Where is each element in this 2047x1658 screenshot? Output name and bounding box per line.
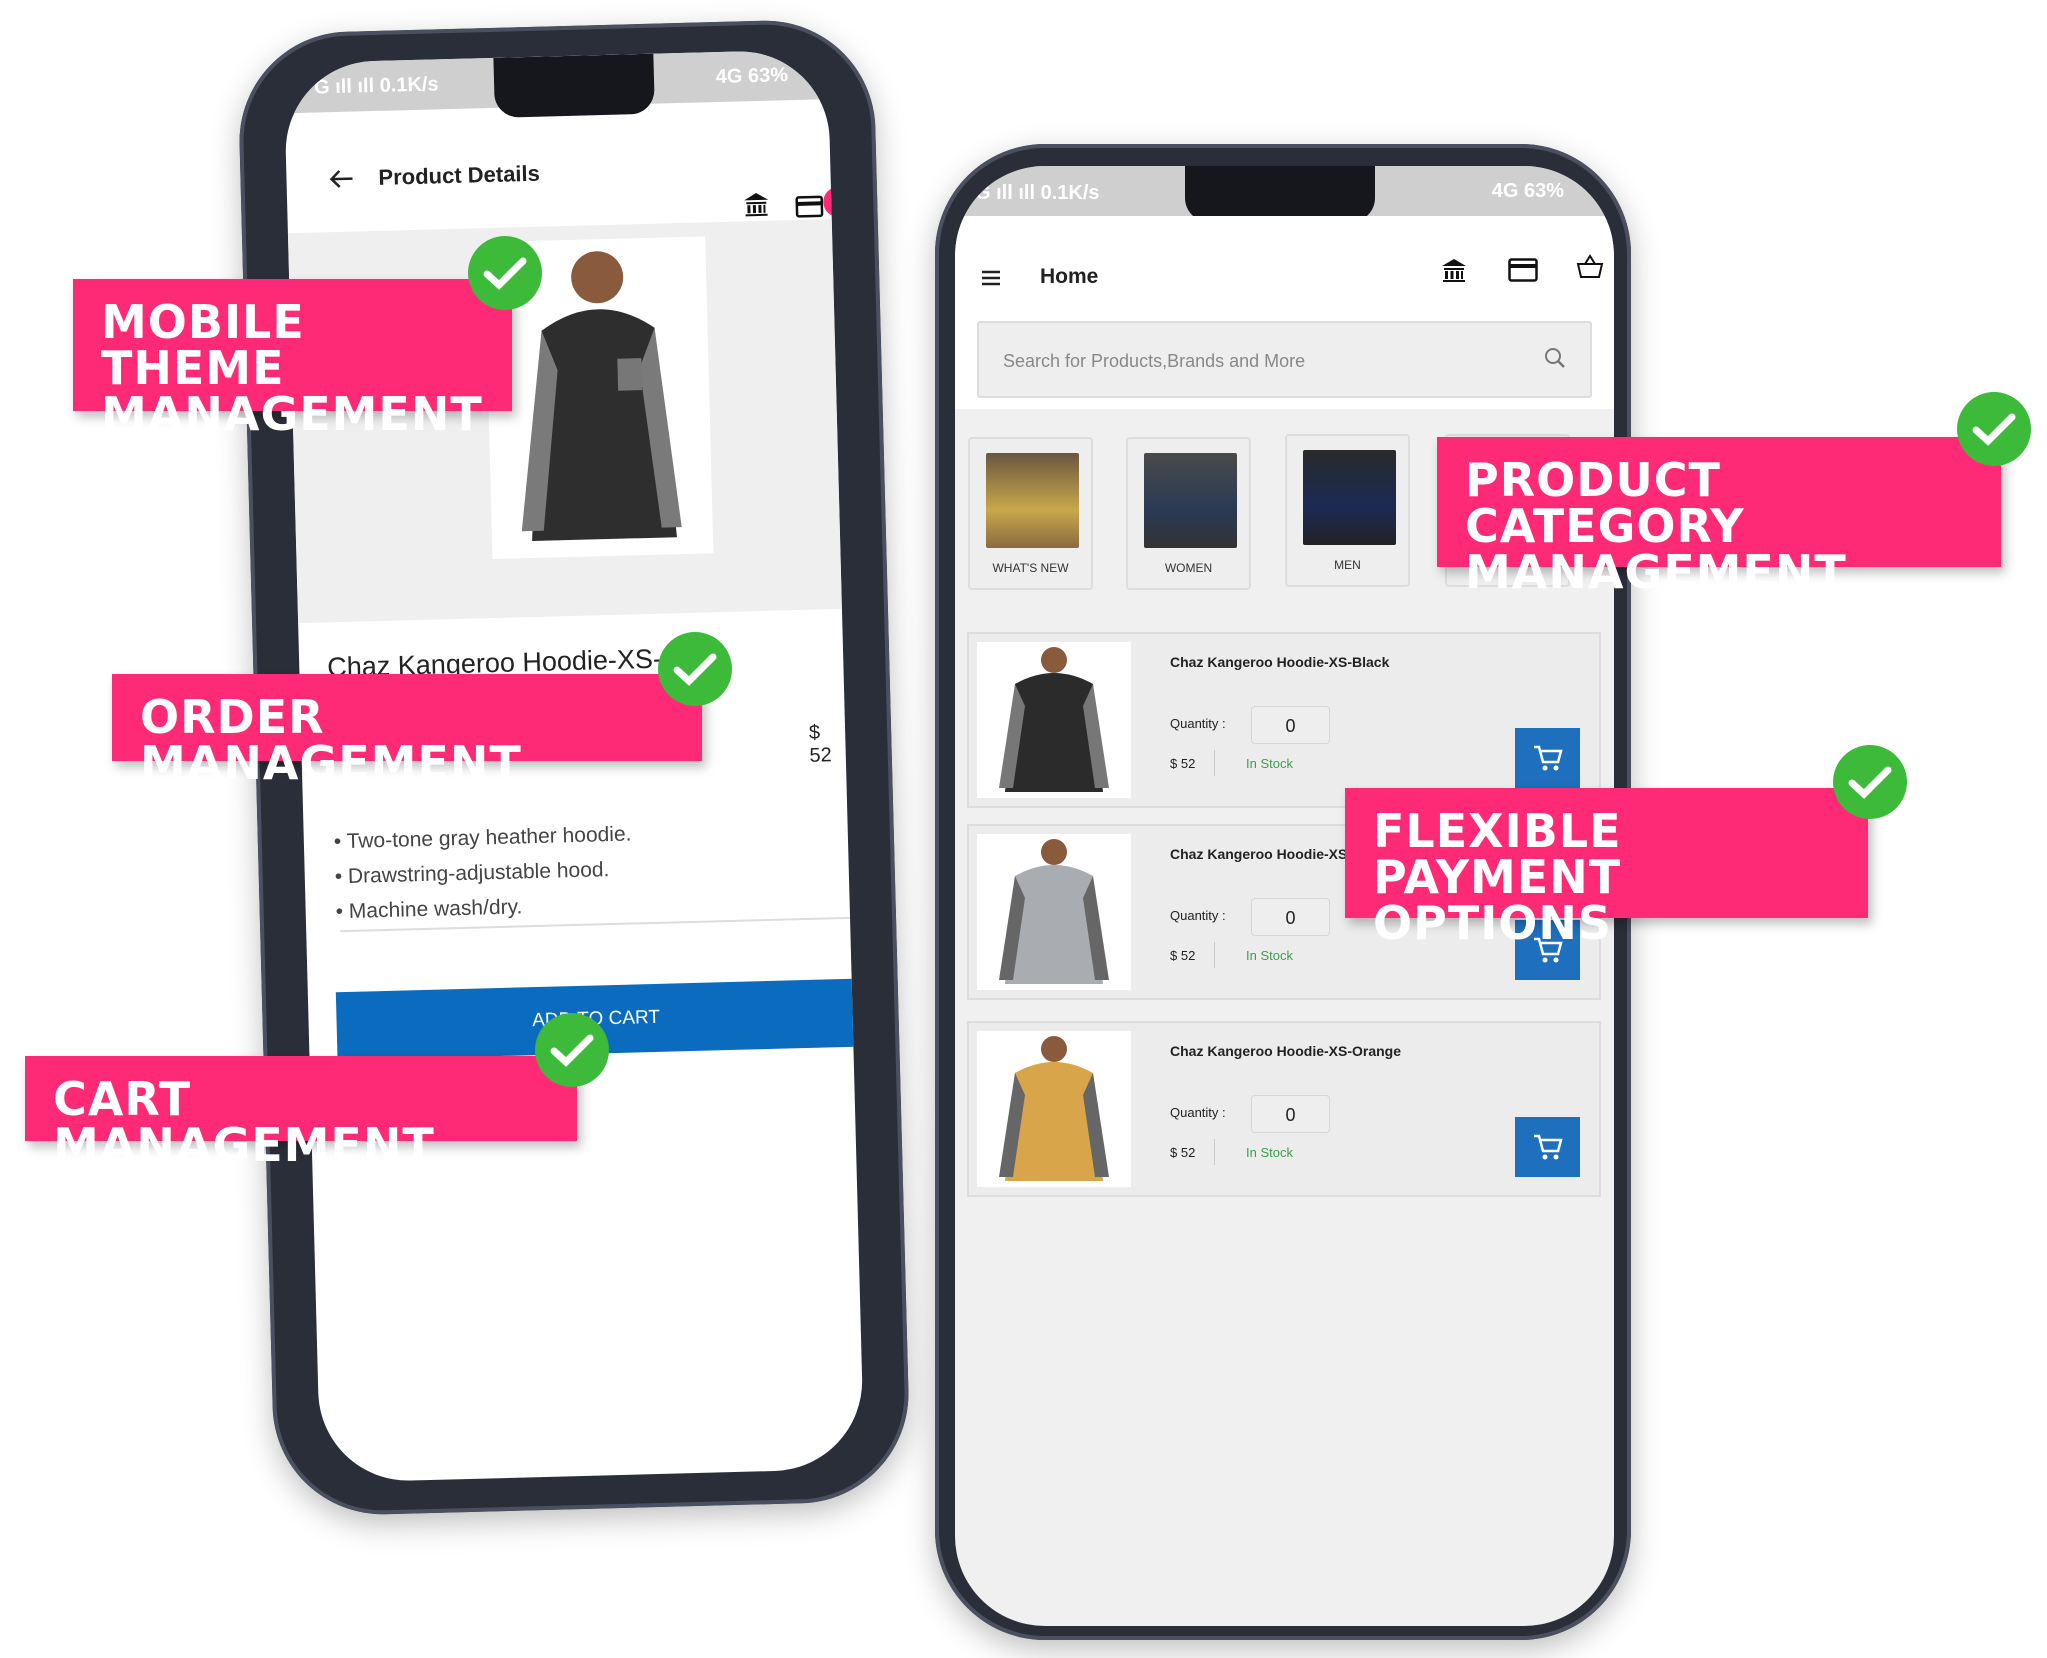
add-to-cart-button[interactable] (1515, 728, 1580, 788)
search-icon[interactable] (1544, 347, 1566, 369)
card-icon[interactable] (795, 195, 824, 218)
product-price: $ 52 (1170, 948, 1196, 963)
category-whats-new[interactable]: WHAT'S NEW (968, 437, 1093, 590)
search-placeholder: Search for Products,Brands and More (1003, 351, 1306, 371)
category-women[interactable]: WOMEN (1126, 437, 1251, 590)
product-row[interactable]: Chaz Kangeroo Hoodie-XS-Orange Quantity … (967, 1021, 1601, 1197)
product-price: $ 52 (1170, 1145, 1196, 1160)
status-left: G ıll ıll 0.1K/s (313, 73, 439, 99)
quantity-input[interactable]: 0 (1251, 898, 1330, 936)
check-icon (658, 632, 732, 706)
feature-label-flexible-payment: FLEXIBLE PAYMENT OPTIONS (1345, 788, 1868, 946)
check-icon (1957, 392, 2031, 466)
cart-badge[interactable]: 70 (822, 186, 854, 218)
product-thumbnail (977, 642, 1131, 798)
hamburger-menu-icon[interactable] (982, 270, 1000, 286)
product-thumbnail (977, 1031, 1131, 1187)
feature-label-order: ORDER MANAGEMENT (112, 674, 702, 786)
bank-icon[interactable] (743, 191, 770, 218)
feature-label-cart: CART MANAGEMENT (25, 1056, 577, 1168)
stock-status: In Stock (1246, 756, 1293, 771)
cart-icon (1533, 1134, 1563, 1160)
check-icon (535, 1013, 609, 1087)
cart-icon (1533, 745, 1563, 771)
status-right: 4G 63% (1491, 180, 1564, 202)
bullet-list: • Two-tone gray heather hoodie. • Drawst… (333, 817, 633, 930)
feature-label-product-category: PRODUCT CATEGORY MANAGEMENT (1437, 437, 2001, 595)
status-right: 4G 63% (715, 64, 789, 89)
check-icon (468, 236, 542, 310)
stock-status: In Stock (1246, 948, 1293, 963)
feature-label-mobile-theme: MOBILE THEME MANAGEMENT (73, 279, 512, 437)
check-icon (1833, 745, 1907, 819)
add-to-cart-button[interactable] (1515, 1117, 1580, 1177)
back-arrow-icon[interactable] (328, 168, 355, 191)
category-men[interactable]: MEN (1285, 434, 1410, 587)
product-name[interactable]: Chaz Kangeroo Hoodie-XS-Black (1170, 654, 1389, 670)
quantity-input[interactable]: 0 (1251, 706, 1330, 744)
quantity-label: Quantity : (1170, 716, 1226, 731)
quantity-label: Quantity : (1170, 1105, 1226, 1120)
product-row[interactable]: Chaz Kangeroo Hoodie-XS-Black Quantity :… (967, 632, 1601, 808)
quantity-label: Quantity : (1170, 908, 1226, 923)
product-thumbnail (977, 834, 1131, 990)
product-price: $ 52 (808, 721, 833, 767)
quantity-input[interactable]: 0 (1251, 1095, 1330, 1133)
stock-status: In Stock (1246, 1145, 1293, 1160)
product-price: $ 52 (1170, 756, 1196, 771)
status-left: G ıll ıll 0.1K/s (975, 182, 1100, 204)
basket-icon[interactable] (1576, 254, 1604, 280)
product-name[interactable]: Chaz Kangeroo Hoodie-XS-Orange (1170, 1043, 1401, 1059)
page-title: Home (1040, 265, 1099, 288)
bank-icon[interactable] (1441, 257, 1467, 283)
card-icon[interactable] (1508, 258, 1538, 282)
search-input[interactable]: Search for Products,Brands and More (977, 321, 1592, 398)
page-title: Product Details (378, 160, 541, 190)
